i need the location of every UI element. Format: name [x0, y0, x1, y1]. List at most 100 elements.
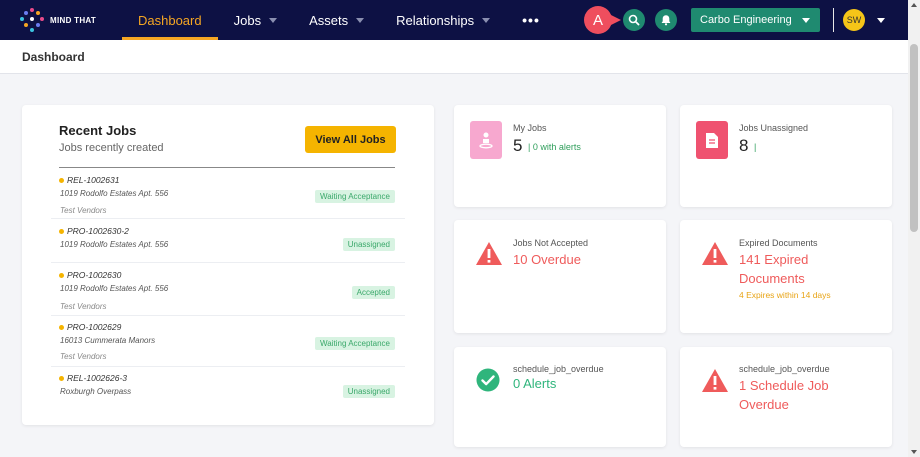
- my-jobs-card[interactable]: My Jobs 5 | 0 with alerts: [454, 105, 666, 207]
- status-dot-icon: [59, 375, 64, 381]
- page-title: Dashboard: [22, 50, 85, 64]
- job-list-item[interactable]: REL-1002631 1019 Rodolfo Estates Apt. 55…: [51, 175, 405, 220]
- jobs-not-accepted-label: Jobs Not Accepted: [513, 238, 589, 248]
- job-id: PRO-1002630: [59, 270, 121, 280]
- organization-select[interactable]: Carbo Engineering: [691, 8, 820, 32]
- my-jobs-count: 5: [513, 136, 523, 155]
- user-menu-chevron-icon[interactable]: [877, 18, 885, 23]
- row-divider: [51, 262, 405, 263]
- job-id-text: REL-1002626-3: [67, 373, 128, 383]
- notifications-button[interactable]: [655, 9, 677, 31]
- job-address: Roxburgh Overpass: [60, 387, 132, 396]
- jobs-unassigned-card[interactable]: Jobs Unassigned 8 |: [680, 105, 892, 207]
- logo-text: MIND THAT: [50, 15, 97, 25]
- bell-icon: [661, 15, 671, 26]
- scroll-down-icon[interactable]: [911, 450, 917, 454]
- logo-icon: [20, 8, 44, 32]
- chevron-down-icon: [482, 17, 491, 23]
- jobs-not-accepted-value: 10 Overdue: [513, 252, 581, 267]
- job-address: 1019 Rodolfo Estates Apt. 556: [60, 240, 169, 249]
- schedule-overdue-alerts-value: 0 Alerts: [513, 376, 557, 391]
- nav-relationships[interactable]: Relationships: [380, 0, 506, 40]
- row-divider: [51, 366, 405, 367]
- status-badge: Waiting Acceptance: [315, 190, 395, 203]
- nav-dashboard[interactable]: Dashboard: [122, 0, 218, 40]
- jobs-unassigned-label: Jobs Unassigned: [739, 123, 809, 133]
- header-divider: [833, 8, 834, 32]
- job-id-text: PRO-1002630: [67, 270, 122, 280]
- recent-jobs-card: Recent Jobs Jobs recently created View A…: [22, 105, 434, 425]
- schedule-overdue-alerts-label: schedule_job_overdue: [513, 364, 604, 374]
- row-divider: [51, 218, 405, 219]
- nav-jobs-label: Jobs: [233, 12, 262, 28]
- status-dot-icon: [59, 324, 64, 330]
- jobs-unassigned-count: 8: [739, 136, 749, 155]
- job-address: 1019 Rodolfo Estates Apt. 556: [60, 284, 169, 293]
- nav-relationships-label: Relationships: [396, 12, 475, 28]
- check-circle-icon: [476, 368, 500, 392]
- job-list-item[interactable]: PRO-1002630 1019 Rodolfo Estates Apt. 55…: [51, 270, 405, 317]
- schedule-overdue-jobs-label: schedule_job_overdue: [739, 364, 830, 374]
- nav-assets-label: Assets: [309, 12, 349, 28]
- job-id: REL-1002631: [59, 175, 119, 185]
- job-address: 1019 Rodolfo Estates Apt. 556: [60, 189, 169, 198]
- nav-assets[interactable]: Assets: [293, 0, 380, 40]
- scrollbar-thumb[interactable]: [910, 44, 918, 232]
- warning-icon: [702, 369, 728, 392]
- recent-jobs-title: Recent Jobs: [59, 123, 137, 138]
- breadcrumb: Dashboard: [0, 40, 908, 74]
- recent-jobs-subtitle: Jobs recently created: [59, 142, 164, 154]
- divider: [59, 167, 395, 168]
- job-id: PRO-1002629: [59, 322, 121, 332]
- nav-jobs[interactable]: Jobs: [218, 0, 293, 40]
- status-dot-icon: [59, 228, 64, 234]
- job-list-item[interactable]: PRO-1002630-2 1019 Rodolfo Estates Apt. …: [51, 226, 405, 266]
- search-icon: [628, 14, 640, 26]
- chevron-down-icon: [802, 18, 810, 23]
- jobs-unassigned-alerts: |: [754, 142, 757, 152]
- job-list-item[interactable]: PRO-1002629 16013 Cummerata Manors Test …: [51, 322, 405, 367]
- search-button[interactable]: [623, 9, 645, 31]
- expired-documents-value-line1: 141 Expired: [739, 252, 809, 267]
- my-jobs-label: My Jobs: [513, 123, 547, 133]
- expired-documents-label: Expired Documents: [739, 238, 818, 248]
- status-badge: Waiting Acceptance: [315, 337, 395, 350]
- chevron-down-icon: [269, 17, 278, 23]
- job-vendor: Test Vendors: [60, 352, 107, 361]
- more-icon: •••: [522, 12, 540, 28]
- view-all-jobs-button[interactable]: View All Jobs: [305, 126, 396, 153]
- scroll-up-icon[interactable]: [911, 3, 917, 7]
- annotation-avatar: A: [584, 6, 621, 34]
- row-divider: [51, 315, 405, 316]
- status-badge: Unassigned: [342, 238, 395, 251]
- expired-documents-card[interactable]: Expired Documents 141 Expired Documents …: [680, 220, 892, 333]
- logo[interactable]: MIND THAT: [20, 8, 120, 32]
- job-id-text: PRO-1002629: [67, 322, 122, 332]
- jobs-not-accepted-card[interactable]: Jobs Not Accepted 10 Overdue: [454, 220, 666, 333]
- user-avatar[interactable]: SW: [843, 9, 865, 31]
- chevron-down-icon: [356, 17, 365, 23]
- job-id-text: PRO-1002630-2: [67, 226, 129, 236]
- schedule-overdue-jobs-value-line1: 1 Schedule Job: [739, 378, 829, 393]
- warning-icon: [476, 242, 502, 265]
- warning-icon: [702, 242, 728, 265]
- job-id: REL-1002626-3: [59, 373, 127, 383]
- job-vendor: Test Vendors: [60, 206, 107, 215]
- nav-dashboard-label: Dashboard: [138, 12, 202, 28]
- job-vendor: Test Vendors: [60, 302, 107, 311]
- status-badge: Unassigned: [342, 385, 395, 398]
- main-nav: Dashboard Jobs Assets Relationships •••: [122, 0, 556, 40]
- document-icon: [696, 121, 728, 159]
- job-address: 16013 Cummerata Manors: [60, 336, 156, 345]
- expired-documents-subtext: 4 Expires within 14 days: [739, 290, 831, 300]
- job-id: PRO-1002630-2: [59, 226, 129, 236]
- nav-more[interactable]: •••: [506, 0, 556, 40]
- page-scrollbar[interactable]: [908, 0, 920, 457]
- expired-documents-value-line2: Documents: [739, 271, 805, 286]
- my-jobs-alerts: | 0 with alerts: [528, 142, 581, 152]
- schedule-overdue-alerts-card[interactable]: schedule_job_overdue 0 Alerts: [454, 347, 666, 447]
- job-list-item[interactable]: REL-1002626-3 Roxburgh Overpass Unassign…: [59, 373, 405, 413]
- job-id-text: REL-1002631: [67, 175, 120, 185]
- schedule-overdue-jobs-card[interactable]: schedule_job_overdue 1 Schedule Job Over…: [680, 347, 892, 447]
- status-badge: Accepted: [351, 286, 395, 299]
